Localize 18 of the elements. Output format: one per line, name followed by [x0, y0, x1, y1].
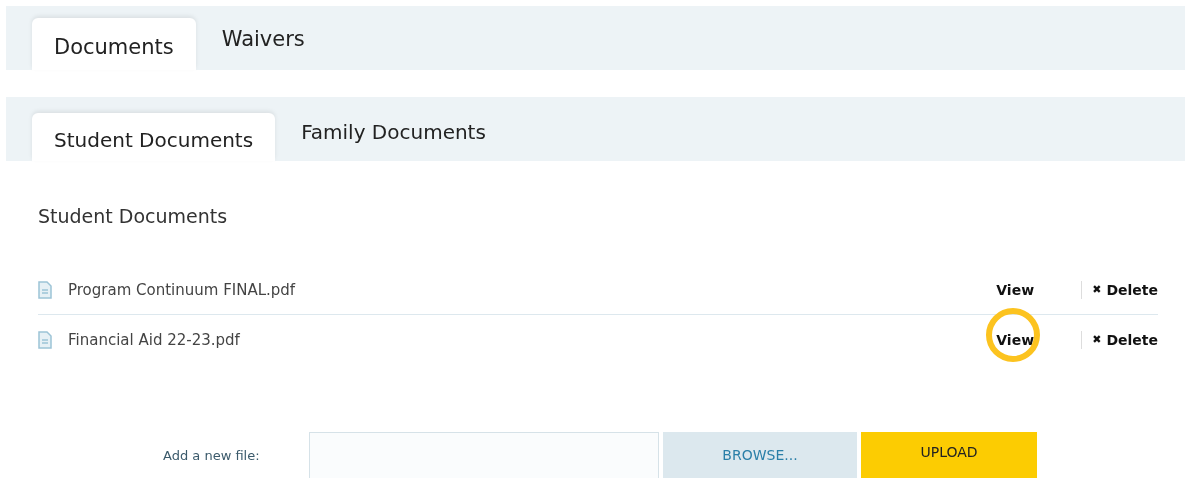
upload-button[interactable]: UPLOAD: [861, 432, 1037, 478]
view-link[interactable]: View: [995, 281, 1036, 298]
tab[interactable]: Waivers: [195, 18, 327, 70]
highlight-circle: [986, 307, 1041, 362]
upload-label: Add a new file:: [163, 446, 261, 465]
tab[interactable]: Student Documents: [32, 113, 276, 161]
delete-link[interactable]: ✖ Delete: [1092, 331, 1158, 348]
file-name: Financial Aid 22-23.pdf: [68, 330, 241, 349]
section-title: Student Documents: [38, 205, 229, 227]
tab[interactable]: Family Documents: [275, 113, 508, 161]
view-link[interactable]: View: [995, 331, 1036, 348]
file-input[interactable]: [309, 432, 659, 478]
delete-link[interactable]: ✖ Delete: [1092, 281, 1158, 298]
browse-button[interactable]: BROWSE...: [663, 432, 857, 478]
tab[interactable]: Documents: [32, 18, 196, 70]
document-icon: [38, 280, 52, 299]
file-name: Program Continuum FINAL.pdf: [68, 280, 297, 299]
document-icon: [38, 330, 52, 349]
